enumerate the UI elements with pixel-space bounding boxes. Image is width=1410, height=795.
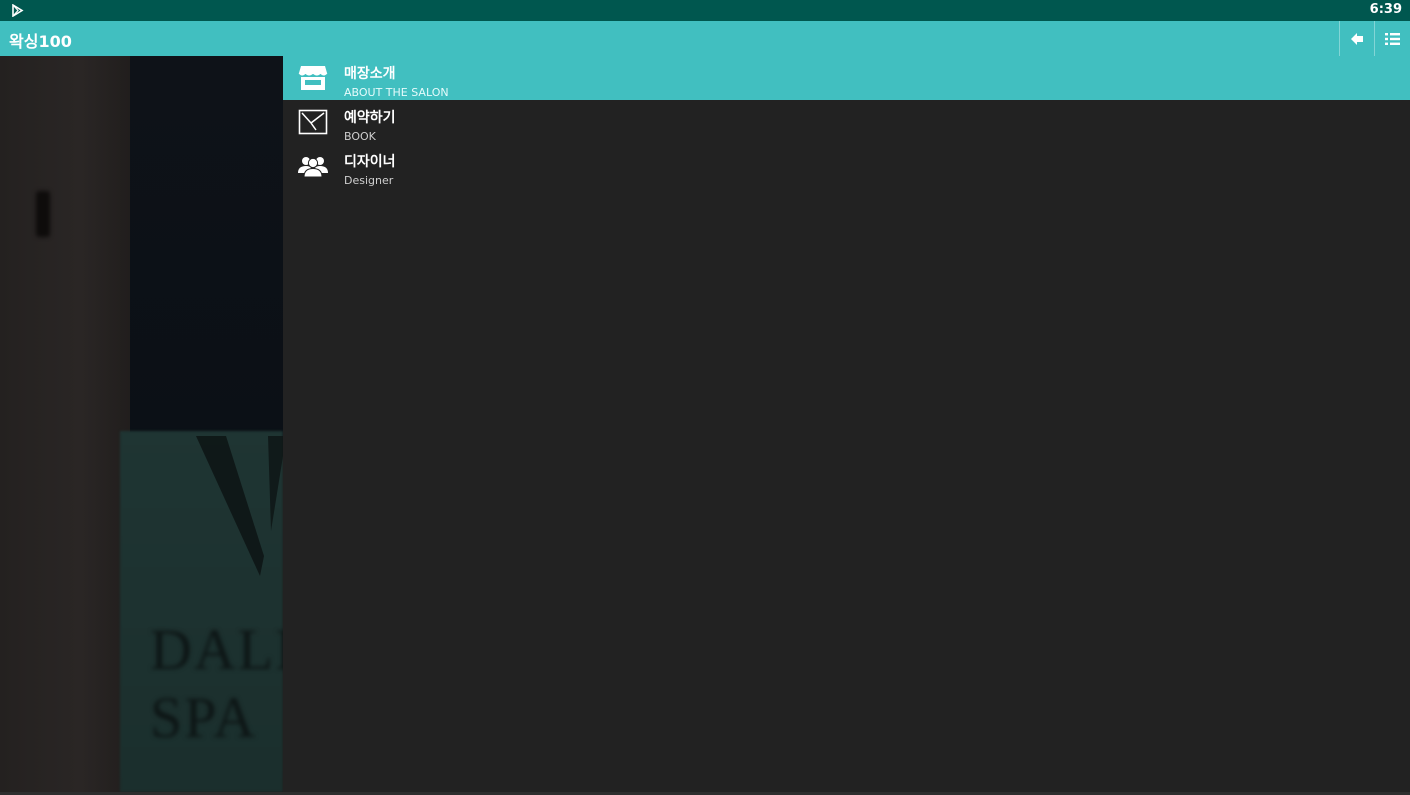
menu-item-sublabel: BOOK	[344, 130, 376, 143]
storefront-icon	[298, 66, 328, 90]
photo-sign-text-2: SPA	[150, 685, 258, 750]
clock-icon	[298, 109, 328, 135]
back-button[interactable]	[1339, 21, 1374, 56]
status-bar: 6:39	[0, 0, 1410, 21]
salon-photo: DALI SPA	[0, 56, 283, 792]
app-bar: 왁싱100	[0, 21, 1410, 56]
users-icon	[298, 157, 328, 178]
list-menu-icon	[1384, 32, 1400, 45]
back-arrow-icon	[1351, 32, 1363, 45]
menu-item-sublabel: ABOUT THE SALON	[344, 86, 449, 99]
menu-item-about[interactable]: 매장소개 ABOUT THE SALON	[283, 56, 1410, 100]
app-title: 왁싱100	[9, 32, 72, 51]
menu-item-label: 매장소개	[344, 66, 396, 82]
status-clock: 6:39	[1369, 2, 1402, 17]
menu-item-label: 예약하기	[344, 110, 396, 126]
photo-sign-text-1: DALI	[150, 617, 283, 682]
menu-item-label: 디자이너	[344, 154, 396, 170]
menu-item-designer[interactable]: 디자이너 Designer	[283, 144, 1410, 188]
menu-button[interactable]	[1374, 21, 1409, 56]
menu-item-sublabel: Designer	[344, 174, 394, 187]
menu-item-book[interactable]: 예약하기 BOOK	[283, 100, 1410, 144]
nav-menu: 매장소개 ABOUT THE SALON 예약하기 BOOK 디자이너 Desi…	[283, 56, 1410, 792]
play-store-icon	[12, 4, 24, 17]
